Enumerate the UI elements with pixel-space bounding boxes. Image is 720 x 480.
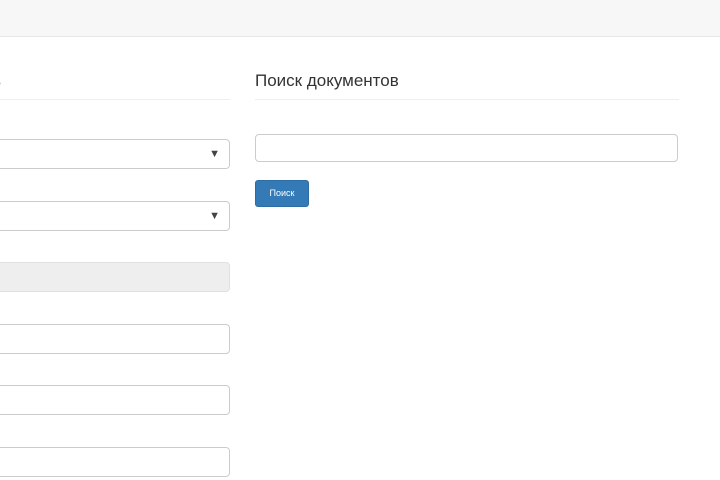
search-button[interactable]: Поиск (255, 180, 309, 207)
document-search-title: Поиск документов (255, 71, 399, 90)
filter-text-field-3[interactable] (0, 447, 230, 477)
filter-field-disabled (0, 262, 230, 292)
chevron-down-icon: ▼ (209, 210, 220, 222)
chevron-down-icon: ▼ (209, 148, 220, 160)
filter-text-field-1[interactable] (0, 324, 230, 354)
filter-text-field-2[interactable] (0, 385, 230, 415)
filter-select-1[interactable]: ▼ (0, 139, 230, 169)
filter-panel-title: в (0, 70, 1, 92)
document-search-title-divider (255, 99, 679, 100)
document-search-panel: Поиск документов Поиск (255, 0, 679, 480)
filter-panel-title-divider (0, 99, 230, 100)
document-search-input[interactable] (255, 134, 678, 162)
filter-select-2[interactable]: ▼ (0, 201, 230, 231)
filter-panel: в ▼ ▼ (0, 0, 230, 480)
